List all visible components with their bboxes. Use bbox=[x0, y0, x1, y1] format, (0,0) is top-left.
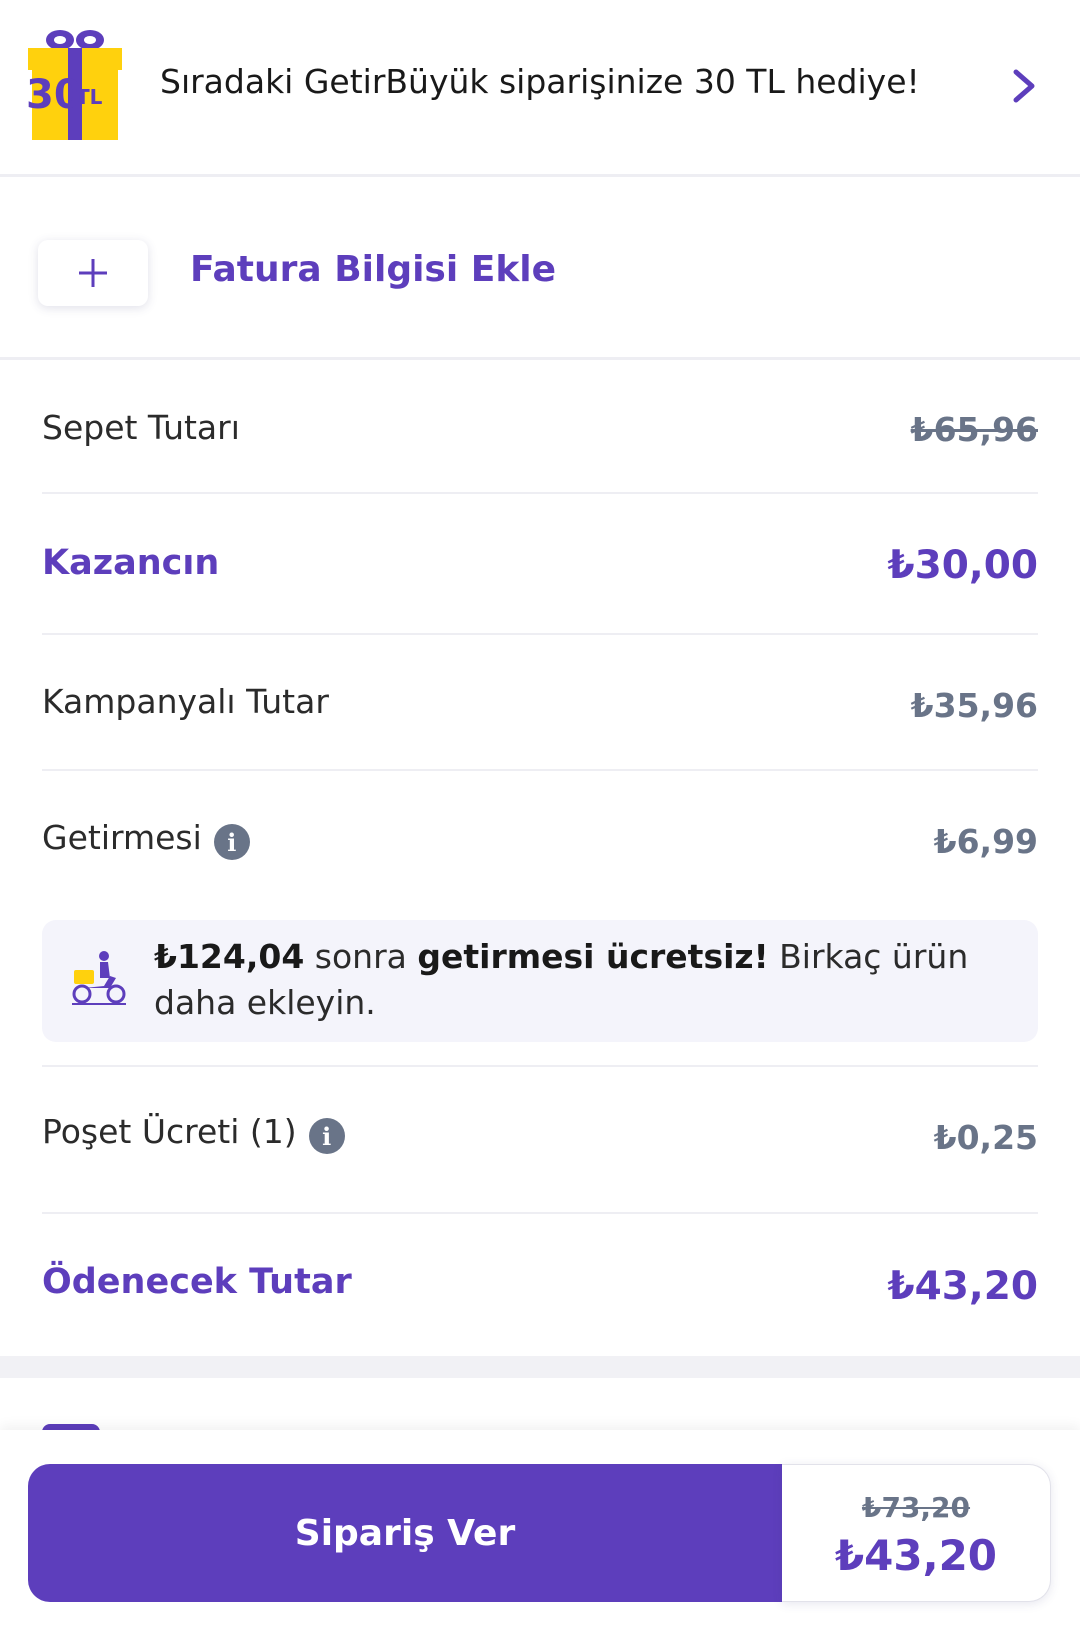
delivery-fee-label: Getirmesi i bbox=[42, 818, 250, 860]
divider bbox=[42, 1212, 1038, 1214]
bag-fee-text: Poşet Ücreti (1) bbox=[42, 1112, 297, 1151]
order-bar: Sipariş Ver ₺73,20 ₺43,20 bbox=[0, 1430, 1080, 1634]
savings-value: ₺30,00 bbox=[887, 543, 1039, 588]
promo-banner[interactable]: 30 TL Sıradaki GetirBüyük siparişinize 3… bbox=[0, 0, 1080, 177]
free-delivery-notice: ₺124,04 sonra getirmesi ücretsiz! Birkaç… bbox=[42, 920, 1038, 1042]
delivery-fee-value: ₺6,99 bbox=[933, 822, 1038, 861]
free-delivery-amount: ₺124,04 bbox=[154, 937, 305, 976]
chevron-right-icon[interactable] bbox=[1010, 66, 1040, 106]
savings-label: Kazancın bbox=[42, 543, 220, 583]
new-price: ₺43,20 bbox=[834, 1531, 998, 1580]
campaign-total-value: ₺35,96 bbox=[910, 686, 1038, 725]
plus-icon bbox=[79, 259, 107, 287]
gift-unit: TL bbox=[76, 85, 103, 109]
add-invoice-label[interactable]: Fatura Bilgisi Ekle bbox=[190, 249, 556, 290]
order-price-box: ₺73,20 ₺43,20 bbox=[782, 1464, 1051, 1602]
free-delivery-bold: getirmesi ücretsiz! bbox=[417, 937, 769, 976]
add-invoice-row[interactable]: Fatura Bilgisi Ekle bbox=[0, 177, 1080, 360]
divider bbox=[42, 769, 1038, 771]
scooter-icon bbox=[72, 951, 126, 1005]
place-order-button[interactable]: Sipariş Ver bbox=[28, 1464, 782, 1602]
payable-total-label: Ödenecek Tutar bbox=[42, 1262, 352, 1302]
campaign-total-label: Kampanyalı Tutar bbox=[42, 682, 329, 721]
payable-total-value: ₺43,20 bbox=[887, 1264, 1039, 1309]
info-icon[interactable]: i bbox=[213, 823, 250, 860]
bag-fee-label: Poşet Ücreti (1) i bbox=[42, 1112, 345, 1154]
free-delivery-text: ₺124,04 sonra getirmesi ücretsiz! Birkaç… bbox=[154, 934, 1004, 1026]
free-delivery-text-part: sonra bbox=[304, 937, 418, 976]
promo-text: Sıradaki GetirBüyük siparişinize 30 TL h… bbox=[160, 62, 920, 101]
delivery-fee-text: Getirmesi bbox=[42, 818, 202, 857]
gift-icon: 30 TL bbox=[26, 30, 122, 140]
old-price: ₺73,20 bbox=[861, 1491, 971, 1524]
agreement-row-partial bbox=[0, 1378, 1080, 1430]
gift-amount: 30 bbox=[26, 72, 82, 118]
info-icon[interactable]: i bbox=[308, 1117, 345, 1154]
basket-total-label: Sepet Tutarı bbox=[42, 408, 240, 447]
basket-total-value: ₺65,96 bbox=[910, 410, 1038, 449]
divider bbox=[42, 492, 1038, 494]
add-invoice-button[interactable] bbox=[38, 240, 148, 306]
divider bbox=[42, 633, 1038, 635]
bag-fee-value: ₺0,25 bbox=[933, 1118, 1038, 1157]
divider bbox=[42, 1065, 1038, 1067]
section-separator bbox=[0, 1356, 1080, 1378]
